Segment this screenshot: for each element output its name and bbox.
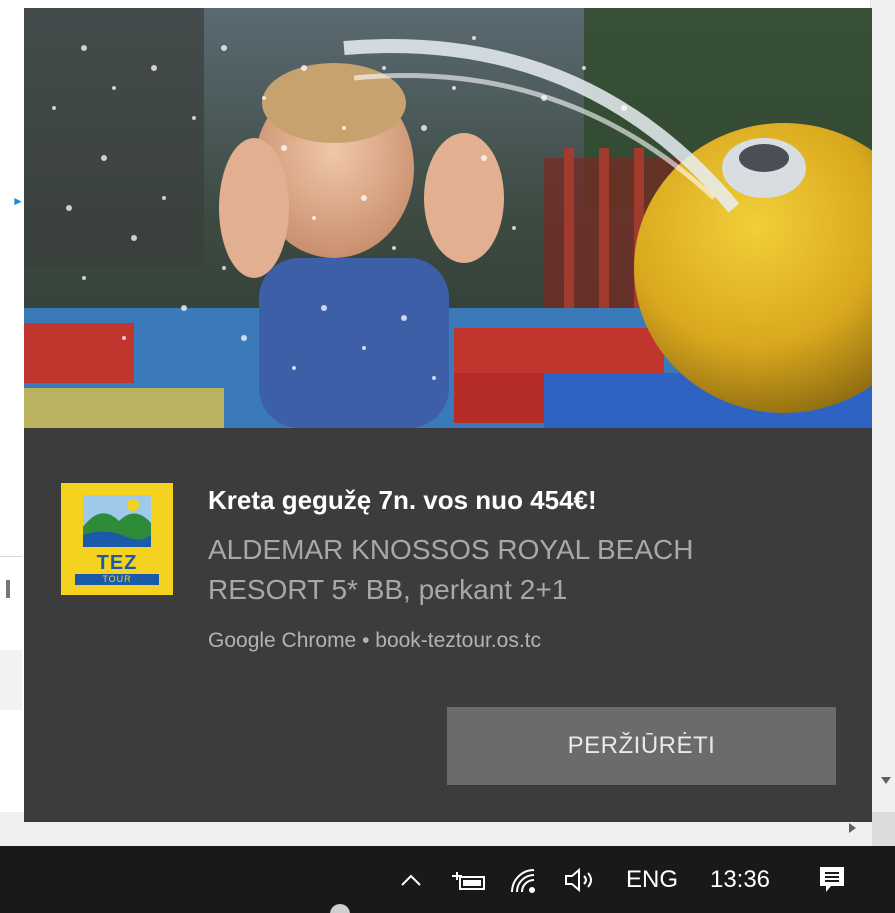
screen: ► TEZ TOUR Kreta gegužę 7n. vos nuo 454€… [0,0,895,913]
scroll-right-arrow-icon[interactable] [849,823,856,833]
volume-icon [565,867,592,892]
logo-landscape-icon [83,495,151,547]
notification-attribution: Google Chrome • book-teztour.os.tc [208,629,542,652]
logo-word: TEZ [96,552,138,574]
clock-button[interactable]: 13:36 [700,846,780,913]
input-language-button[interactable]: ENG [614,846,690,913]
taskbar: ENG 13:36 [0,846,895,913]
clock-time: 13:36 [709,865,771,893]
logo-subword: TOUR [75,574,159,585]
action-center-icon [820,866,844,892]
scroll-corner [872,812,895,846]
background-divider [0,556,22,557]
view-action-button[interactable]: PERŽIŪRĖTI [447,707,836,785]
notification-body: ALDEMAR KNOSSOS ROYAL BEACH RESORT 5* BB… [208,534,694,605]
battery-button[interactable] [448,846,490,913]
network-button[interactable] [506,846,542,913]
notification-hero-image[interactable] [24,8,872,428]
background-text-fragment [6,580,10,598]
wifi-icon [511,868,535,893]
language-indicator: ENG [625,865,678,893]
scroll-down-arrow-icon[interactable] [881,777,891,784]
volume-button[interactable] [560,846,600,913]
notification-title: Kreta gegužę 7n. vos nuo 454€! [208,485,597,515]
tez-tour-logo: TEZ TOUR [61,483,173,595]
toast-notification[interactable]: TEZ TOUR Kreta gegužę 7n. vos nuo 454€! … [24,8,872,822]
chevron-up-icon [401,874,421,886]
vertical-scrollbar[interactable] [870,0,895,812]
child-water-splash-image [24,8,872,428]
background-panel [0,650,22,710]
battery-icon [452,871,485,890]
background-link-arrow-icon: ► [12,194,24,208]
show-hidden-icons-button[interactable] [394,846,428,913]
action-center-button[interactable] [810,846,854,913]
